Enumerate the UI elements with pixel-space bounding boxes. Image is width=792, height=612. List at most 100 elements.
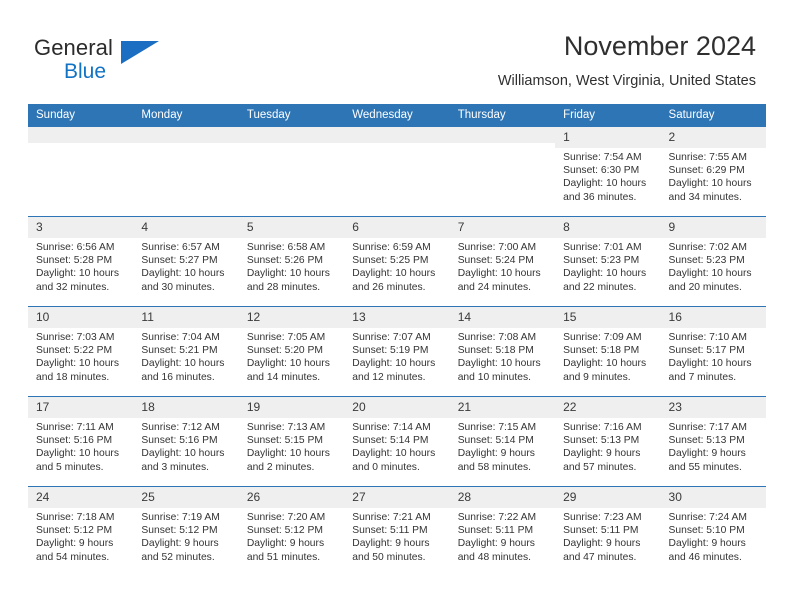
daylight-duration-line1: Daylight: 10 hours: [36, 448, 119, 460]
sunrise-time: Sunrise: 7:00 AM: [457, 242, 537, 253]
sunset-time: Sunset: 5:13 PM: [563, 435, 640, 447]
calendar-day-cell[interactable]: 22 Sunrise: 7:16 AM Sunset: 5:13 PM Dayligh…: [555, 396, 661, 487]
day-number: 30: [660, 487, 766, 508]
triangle-icon: [121, 41, 159, 64]
calendar-day-cell[interactable]: 5 Sunrise: 6:58 AM Sunset: 5:26 PM Daylight…: [238, 216, 345, 307]
day-number: 19: [238, 397, 345, 418]
day-number: 23: [660, 397, 766, 418]
sunset-time: Sunset: 5:11 PM: [457, 525, 534, 537]
calendar-day-cell[interactable]: 9 Sunrise: 7:02 AM Sunset: 5:23 PM Daylight…: [660, 216, 766, 307]
sunrise-time: Sunrise: 7:13 AM: [246, 422, 326, 433]
day-sun-info: Sunrise: 7:14 AM Sunset: 5:14 PM Daylight:…: [344, 418, 449, 474]
day-number: [238, 127, 345, 143]
calendar-day-cell[interactable]: 1 Sunrise: 7:54 AM Sunset: 6:30 PM Daylight…: [555, 126, 661, 217]
day-sun-info: Sunrise: 7:54 AM Sunset: 6:30 PM Daylight:…: [555, 148, 660, 204]
sunrise-time: Sunrise: 7:20 AM: [246, 512, 326, 523]
daylight-duration-line2: and 26 minutes.: [352, 281, 426, 293]
daylight-duration-line1: Daylight: 9 hours: [36, 538, 114, 550]
calendar-week-row: 1 Sunrise: 7:54 AM Sunset: 6:30 PM Daylight…: [28, 126, 766, 217]
daylight-duration-line1: Daylight: 10 hours: [352, 268, 436, 280]
daylight-duration-line2: and 24 minutes.: [457, 281, 531, 293]
calendar-day-cell[interactable]: 28 Sunrise: 7:22 AM Sunset: 5:11 PM Dayligh…: [449, 486, 556, 577]
daylight-duration-line2: and 9 minutes.: [563, 371, 631, 383]
sunset-time: Sunset: 5:18 PM: [457, 345, 534, 357]
sunrise-time: Sunrise: 7:18 AM: [36, 512, 115, 523]
day-number: 5: [238, 217, 345, 238]
day-number: [133, 127, 239, 143]
calendar-day-cell[interactable]: 19 Sunrise: 7:13 AM Sunset: 5:15 PM Dayligh…: [238, 396, 345, 487]
daylight-duration-line1: Daylight: 10 hours: [563, 358, 647, 370]
daylight-duration-line2: and 2 minutes.: [246, 461, 315, 473]
calendar-day-cell[interactable]: 6 Sunrise: 6:59 AM Sunset: 5:25 PM Daylight…: [344, 216, 450, 307]
calendar-day-cell[interactable]: 7 Sunrise: 7:00 AM Sunset: 5:24 PM Daylight…: [449, 216, 556, 307]
daylight-duration-line2: and 51 minutes.: [246, 551, 321, 563]
sunrise-time: Sunrise: 7:17 AM: [668, 422, 747, 433]
day-number: 28: [449, 487, 556, 508]
day-number: 27: [344, 487, 450, 508]
daylight-duration-line2: and 12 minutes.: [352, 371, 426, 383]
day-sun-info: Sunrise: 7:09 AM Sunset: 5:18 PM Daylight:…: [555, 328, 660, 384]
calendar-day-cell[interactable]: 3 Sunrise: 6:56 AM Sunset: 5:28 PM Daylight…: [28, 216, 134, 307]
day-sun-info: Sunrise: 7:08 AM Sunset: 5:18 PM Daylight:…: [450, 328, 555, 384]
calendar-day-cell[interactable]: 30 Sunrise: 7:24 AM Sunset: 5:10 PM Dayligh…: [660, 486, 766, 577]
daylight-duration-line1: Daylight: 10 hours: [352, 358, 436, 370]
daylight-duration-line2: and 55 minutes.: [668, 461, 742, 473]
calendar-day-cell[interactable]: 25 Sunrise: 7:19 AM Sunset: 5:12 PM Dayligh…: [133, 486, 239, 577]
weekday-header-tuesday: Tuesday: [238, 104, 345, 127]
calendar-day-cell[interactable]: 10 Sunrise: 7:03 AM Sunset: 5:22 PM Dayligh…: [28, 306, 134, 397]
daylight-duration-line1: Daylight: 10 hours: [141, 358, 225, 370]
calendar-day-cell[interactable]: 24 Sunrise: 7:18 AM Sunset: 5:12 PM Dayligh…: [28, 486, 134, 577]
day-sun-info: Sunrise: 7:18 AM Sunset: 5:12 PM Daylight:…: [28, 508, 133, 564]
sunset-time: Sunset: 5:23 PM: [563, 255, 640, 267]
day-sun-info: Sunrise: 7:11 AM Sunset: 5:16 PM Daylight:…: [28, 418, 133, 474]
day-number: 17: [28, 397, 134, 418]
calendar-day-cell[interactable]: 2 Sunrise: 7:55 AM Sunset: 6:29 PM Daylight…: [660, 126, 766, 217]
day-number: 11: [133, 307, 239, 328]
sunrise-time: Sunrise: 6:57 AM: [141, 242, 220, 253]
calendar-day-cell[interactable]: 11 Sunrise: 7:04 AM Sunset: 5:21 PM Dayligh…: [133, 306, 239, 397]
calendar-day-cell[interactable]: 18 Sunrise: 7:12 AM Sunset: 5:16 PM Dayligh…: [133, 396, 239, 487]
calendar-day-cell[interactable]: 4 Sunrise: 6:57 AM Sunset: 5:27 PM Daylight…: [133, 216, 239, 307]
day-sun-info: Sunrise: 7:16 AM Sunset: 5:13 PM Daylight:…: [555, 418, 660, 474]
sunrise-time: Sunrise: 7:19 AM: [141, 512, 220, 523]
calendar-day-cell[interactable]: 29 Sunrise: 7:23 AM Sunset: 5:11 PM Dayligh…: [555, 486, 661, 577]
sunset-time: Sunset: 6:30 PM: [563, 165, 640, 177]
daylight-duration-line2: and 7 minutes.: [668, 371, 737, 383]
calendar-day-cell[interactable]: 12 Sunrise: 7:05 AM Sunset: 5:20 PM Dayligh…: [238, 306, 345, 397]
sunset-time: Sunset: 5:17 PM: [668, 345, 745, 357]
calendar-day-cell[interactable]: 21 Sunrise: 7:15 AM Sunset: 5:14 PM Dayligh…: [449, 396, 556, 487]
sunrise-time: Sunrise: 7:14 AM: [352, 422, 431, 433]
calendar-day-cell[interactable]: 20 Sunrise: 7:14 AM Sunset: 5:14 PM Dayligh…: [344, 396, 450, 487]
calendar-header-row: Sunday Monday Tuesday Wednesday Thursday Frid…: [28, 104, 766, 127]
sunset-time: Sunset: 5:22 PM: [36, 345, 113, 357]
sunrise-time: Sunrise: 7:10 AM: [668, 332, 747, 343]
daylight-duration-line1: Daylight: 9 hours: [563, 538, 641, 550]
day-number: 9: [660, 217, 766, 238]
weekday-header-friday: Friday: [555, 104, 661, 127]
calendar-day-cell[interactable]: 27 Sunrise: 7:21 AM Sunset: 5:11 PM Dayligh…: [344, 486, 450, 577]
daylight-duration-line1: Daylight: 9 hours: [668, 448, 746, 460]
calendar-day-cell[interactable]: 23 Sunrise: 7:17 AM Sunset: 5:13 PM Dayligh…: [660, 396, 766, 487]
calendar-day-cell[interactable]: 8 Sunrise: 7:01 AM Sunset: 5:23 PM Daylight…: [555, 216, 661, 307]
page-title: November 2024: [563, 31, 756, 61]
sunset-time: Sunset: 5:16 PM: [141, 435, 218, 447]
calendar-day-cell[interactable]: 15 Sunrise: 7:09 AM Sunset: 5:18 PM Dayligh…: [555, 306, 661, 397]
day-sun-info: Sunrise: 7:02 AM Sunset: 5:23 PM Daylight:…: [661, 238, 766, 294]
daylight-duration-line1: Daylight: 10 hours: [563, 178, 647, 190]
calendar-day-cell[interactable]: 17 Sunrise: 7:11 AM Sunset: 5:16 PM Dayligh…: [28, 396, 134, 487]
day-sun-info: Sunrise: 6:59 AM Sunset: 5:25 PM Daylight:…: [344, 238, 449, 294]
sunrise-time: Sunrise: 7:02 AM: [668, 242, 747, 253]
daylight-duration-line2: and 47 minutes.: [563, 551, 637, 563]
calendar-day-cell[interactable]: 13 Sunrise: 7:07 AM Sunset: 5:19 PM Dayligh…: [344, 306, 450, 397]
day-number: 4: [133, 217, 239, 238]
calendar-day-cell-empty: [28, 126, 134, 217]
day-number: [28, 127, 134, 143]
calendar-day-cell[interactable]: 14 Sunrise: 7:08 AM Sunset: 5:18 PM Dayligh…: [449, 306, 556, 397]
calendar-day-cell[interactable]: 16 Sunrise: 7:10 AM Sunset: 5:17 PM Dayligh…: [660, 306, 766, 397]
day-sun-info: Sunrise: 7:04 AM Sunset: 5:21 PM Daylight:…: [133, 328, 238, 384]
calendar-day-cell[interactable]: 26 Sunrise: 7:20 AM Sunset: 5:12 PM Dayligh…: [238, 486, 345, 577]
day-number: 15: [555, 307, 661, 328]
sunrise-time: Sunrise: 7:09 AM: [563, 332, 642, 343]
daylight-duration-line1: Daylight: 10 hours: [246, 268, 330, 280]
sunrise-time: Sunrise: 6:56 AM: [36, 242, 115, 253]
